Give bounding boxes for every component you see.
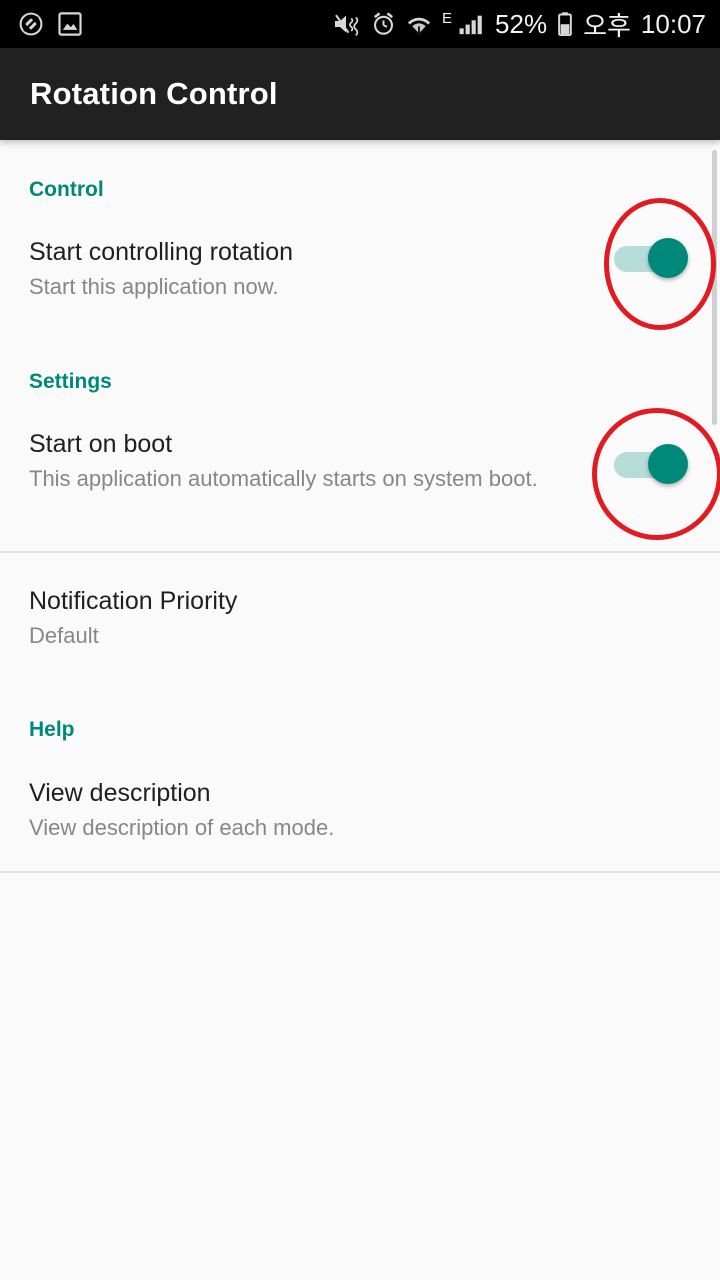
rotation-lock-icon xyxy=(18,11,44,37)
scrollbar-thumb[interactable] xyxy=(712,150,717,425)
switch-wrap[interactable] xyxy=(602,444,698,484)
divider xyxy=(0,551,720,553)
network-type-label: E xyxy=(442,9,453,27)
status-bar-right-icons: E 52% 오후 10:07 xyxy=(333,6,706,43)
battery-icon xyxy=(557,11,573,37)
toggle-switch-start-controlling-rotation[interactable] xyxy=(614,238,688,278)
app-bar: Rotation Control xyxy=(0,48,720,140)
status-bar-left-icons xyxy=(18,11,82,37)
divider xyxy=(0,871,720,873)
wifi-icon xyxy=(406,11,432,37)
pref-row-notification-priority[interactable]: Notification Priority Default xyxy=(0,587,720,650)
vibrate-mute-icon xyxy=(333,11,361,37)
vertical-scrollbar[interactable] xyxy=(712,150,717,425)
pref-texts: Start controlling rotation Start this ap… xyxy=(29,238,602,301)
pref-row-view-description[interactable]: View description View description of eac… xyxy=(0,779,720,842)
pref-summary: This application automatically starts on… xyxy=(29,465,538,491)
pref-texts: Notification Priority Default xyxy=(29,587,698,650)
pref-title: Start on boot xyxy=(29,430,173,458)
pref-row-start-controlling-rotation[interactable]: Start controlling rotation Start this ap… xyxy=(0,238,720,301)
preferences-list[interactable]: Control Start controlling rotation Start… xyxy=(0,140,720,1280)
clock-time-label: 10:07 xyxy=(640,8,706,39)
status-bar: E 52% 오후 10:07 xyxy=(0,0,720,48)
screenshot-image-icon xyxy=(58,11,82,37)
pref-summary: Start this application now. xyxy=(29,273,279,299)
battery-percent-label: 52% xyxy=(495,9,548,39)
alarm-clock-icon xyxy=(371,11,396,37)
pref-title: View description xyxy=(29,779,211,807)
page-title: Rotation Control xyxy=(30,76,278,111)
pref-title: Notification Priority xyxy=(29,587,238,615)
pref-title: Start controlling rotation xyxy=(29,238,294,266)
clock-period-label: 오후 xyxy=(583,10,631,41)
section-header-settings: Settings xyxy=(29,370,112,393)
signal-bars-icon xyxy=(458,11,485,37)
switch-thumb[interactable] xyxy=(648,238,688,278)
switch-thumb[interactable] xyxy=(648,444,688,484)
pref-summary: Default xyxy=(29,622,99,648)
toggle-switch-start-on-boot[interactable] xyxy=(614,444,688,484)
pref-row-start-on-boot[interactable]: Start on boot This application automatic… xyxy=(0,430,720,493)
section-header-help: Help xyxy=(29,718,75,741)
section-header-control: Control xyxy=(29,178,104,201)
pref-texts: Start on boot This application automatic… xyxy=(29,430,602,493)
pref-texts: View description View description of eac… xyxy=(29,779,698,842)
switch-wrap[interactable] xyxy=(602,238,698,278)
pref-summary: View description of each mode. xyxy=(29,814,335,840)
